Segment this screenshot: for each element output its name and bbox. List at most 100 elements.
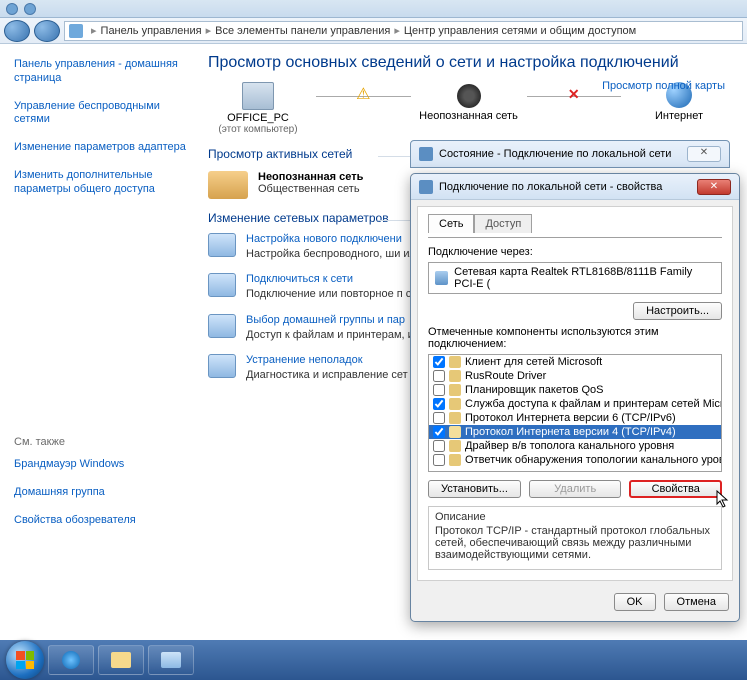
taskbar-controlpanel-button[interactable] [148,645,194,675]
seealso-firewall[interactable]: Брандмауэр Windows [14,458,186,472]
component-item[interactable]: Протокол Интернета версии 6 (TCP/IPv6) [429,411,721,425]
network-name: Неопознанная сеть [258,171,363,183]
close-button[interactable]: ✕ [697,179,731,195]
nav-forward-button[interactable] [34,20,60,42]
component-label: Ответчик обнаружения топологии канальног… [465,454,722,466]
task-link-troubleshoot[interactable]: Устранение неполадок [246,354,408,366]
description-text: Протокол TCP/IP - стандартный протокол г… [435,525,715,561]
component-checkbox[interactable] [433,384,445,396]
sidebar-link-home[interactable]: Панель управления - домашняя страница [14,58,186,86]
dialog-title: Подключение по локальной сети - свойства [439,181,662,193]
task-desc: Диагностика и исправление сет [246,368,408,382]
sidebar-link-sharing[interactable]: Изменить дополнительные параметры общего… [14,169,186,197]
tab-access[interactable]: Доступ [474,214,532,233]
component-icon [449,412,461,424]
component-checkbox[interactable] [433,370,445,382]
component-checkbox[interactable] [433,412,445,424]
component-item[interactable]: Драйвер в/в тополога канального уровня [429,439,721,453]
dialog-titlebar[interactable]: Подключение по локальной сети - свойства… [411,174,739,200]
component-checkbox[interactable] [433,398,445,410]
sys-btn[interactable] [24,3,36,15]
node-unknown-net: Неопознанная сеть [419,82,519,122]
start-button[interactable] [6,641,44,679]
dialog-title: Состояние - Подключение по локальной сет… [439,148,671,160]
window-title-bar [0,0,747,18]
component-item[interactable]: Планировщик пакетов QoS [429,383,721,397]
seealso-browser-props[interactable]: Свойства обозревателя [14,514,186,528]
sidebar: Панель управления - домашняя страница Уп… [0,44,190,640]
dialog-connection-properties: Подключение по локальной сети - свойства… [410,173,740,622]
breadcrumb[interactable]: ▸ Панель управления ▸ Все элементы панел… [64,21,743,41]
sys-btn[interactable] [6,3,18,15]
component-label: Протокол Интернета версии 4 (TCP/IPv4) [465,426,676,438]
component-icon [449,454,461,466]
breadcrumb-item[interactable]: Центр управления сетями и общим доступом [404,25,636,37]
breadcrumb-item[interactable]: Панель управления [101,25,202,37]
breadcrumb-item[interactable]: Все элементы панели управления [215,25,390,37]
install-button[interactable]: Установить... [428,480,521,498]
network-icon [457,84,481,108]
label-connect-via: Подключение через: [428,246,722,258]
adapter-box: Сетевая карта Realtek RTL8168B/8111B Fam… [428,262,722,294]
component-checkbox[interactable] [433,454,445,466]
component-label: Драйвер в/в тополога канального уровня [465,440,674,452]
component-icon [449,370,461,382]
description-box: Описание Протокол TCP/IP - стандартный п… [428,506,722,570]
component-item[interactable]: Протокол Интернета версии 4 (TCP/IPv4) [429,425,721,439]
seealso-homegroup[interactable]: Домашняя группа [14,486,186,500]
component-item[interactable]: RusRoute Driver [429,369,721,383]
component-checkbox[interactable] [433,440,445,452]
network-icon [419,147,433,161]
component-icon [449,356,461,368]
node-this-pc: OFFICE_PC (этот компьютер) [208,82,308,135]
taskbar-ie-button[interactable] [48,645,94,675]
control-panel-icon [69,24,83,38]
component-list[interactable]: Клиент для сетей Microsoft RusRoute Drive… [428,354,722,472]
cancel-button[interactable]: Отмена [664,593,729,611]
component-item[interactable]: Клиент для сетей Microsoft [429,355,721,369]
taskbar-explorer-button[interactable] [98,645,144,675]
component-item[interactable]: Ответчик обнаружения топологии канальног… [429,453,721,467]
address-bar: ▸ Панель управления ▸ Все элементы панел… [0,18,747,44]
ie-icon [62,651,80,669]
network-icon [419,180,433,194]
taskbar[interactable] [0,640,747,680]
component-label: Клиент для сетей Microsoft [465,356,602,368]
node-label: Интернет [629,110,729,122]
component-icon [449,426,461,438]
sidebar-link-wireless[interactable]: Управление беспроводными сетями [14,100,186,128]
remove-button: Удалить [529,480,622,498]
component-icon [449,440,461,452]
close-button[interactable]: ✕ [687,146,721,162]
component-label: Служба доступа к файлам и принтерам сете… [465,398,722,410]
sidebar-link-adapter[interactable]: Изменение параметров адаптера [14,141,186,155]
adapter-name: Сетевая карта Realtek RTL8168B/8111B Fam… [454,266,715,290]
folder-icon [111,652,131,668]
adapter-icon [435,271,448,285]
network-type: Общественная сеть [258,183,363,195]
tab-network[interactable]: Сеть [428,214,474,233]
component-checkbox[interactable] [433,426,445,438]
description-header: Описание [435,511,715,523]
configure-button[interactable]: Настроить... [633,302,722,320]
node-label: Неопознанная сеть [419,110,519,122]
component-checkbox[interactable] [433,356,445,368]
label-components: Отмеченные компоненты используются этим … [428,326,722,350]
seealso-header: См. также [14,436,186,448]
nav-back-button[interactable] [4,20,30,42]
ok-button[interactable]: OK [614,593,656,611]
component-label: RusRoute Driver [465,370,546,382]
task-icon [208,233,236,257]
component-item[interactable]: Служба доступа к файлам и принтерам сете… [429,397,721,411]
properties-button[interactable]: Свойства [629,480,722,498]
page-title: Просмотр основных сведений о сети и наст… [208,54,729,72]
task-icon [208,273,236,297]
component-icon [449,384,461,396]
connection-warning-icon [316,82,411,110]
task-icon [208,314,236,338]
dialog-status-titlebar[interactable]: Состояние - Подключение по локальной сет… [410,140,730,168]
windows-logo-icon [16,651,34,669]
bench-icon [208,171,248,199]
computer-icon [242,82,274,110]
connection-fail-icon [527,82,622,110]
